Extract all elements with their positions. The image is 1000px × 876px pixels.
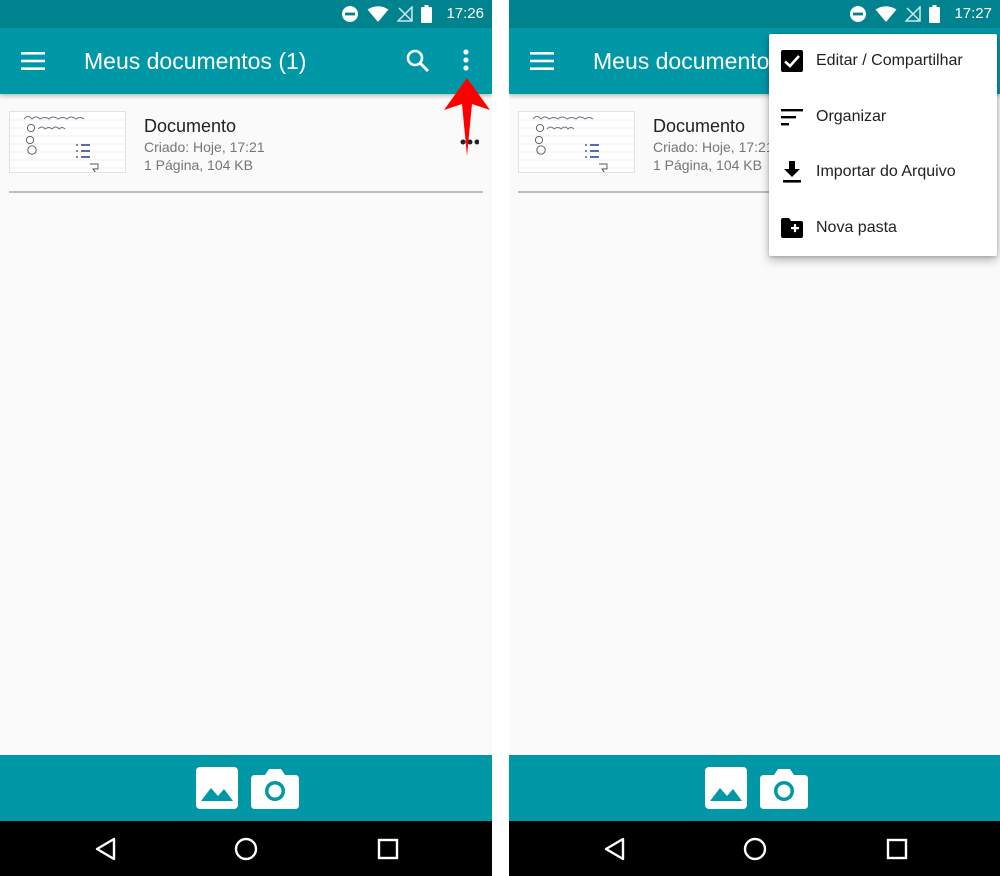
menu-item-import-file[interactable]: Importar do Arquivo: [769, 145, 997, 200]
camera-icon[interactable]: [760, 767, 808, 809]
battery-icon: [929, 5, 940, 23]
handwritten-page-icon: [519, 116, 634, 172]
no-signal-icon: [397, 6, 413, 22]
back-icon[interactable]: [601, 835, 629, 863]
status-icons: [849, 5, 940, 23]
document-info: 1 Página, 104 KB: [653, 157, 762, 173]
status-bar: 17:26: [0, 0, 492, 28]
home-icon[interactable]: [741, 835, 769, 863]
document-thumbnail: [9, 111, 126, 173]
menu-item-label: Nova pasta: [816, 219, 897, 236]
document-created: Criado: Hoje, 17:21: [653, 139, 774, 155]
menu-item-edit-share[interactable]: Editar / Compartilhar: [769, 34, 997, 89]
document-thumbnail: [518, 111, 635, 173]
menu-item-new-folder[interactable]: Nova pasta: [769, 201, 997, 256]
status-time: 17:26: [446, 5, 484, 22]
image-gallery-icon[interactable]: [705, 767, 747, 809]
back-icon[interactable]: [92, 835, 120, 863]
camera-icon[interactable]: [251, 767, 299, 809]
download-icon: [783, 161, 801, 183]
recents-icon[interactable]: [883, 835, 911, 863]
document-created: Criado: Hoje, 17:21: [144, 139, 265, 155]
checkbox-checked-icon: [781, 50, 803, 72]
do-not-disturb-icon: [850, 6, 866, 22]
do-not-disturb-icon: [342, 6, 358, 22]
status-bar: 17:27: [509, 0, 1000, 28]
search-icon[interactable]: [404, 47, 432, 75]
bottom-bar: [509, 755, 1000, 821]
handwritten-page-icon: [10, 116, 125, 172]
battery-icon: [421, 5, 432, 23]
document-list-item[interactable]: Documento Criado: Hoje, 17:21 1 Página, …: [9, 111, 483, 193]
screen-left: 17:26 Meus documentos (1) Documento Cria…: [0, 0, 492, 876]
overflow-menu-icon[interactable]: [456, 47, 476, 75]
menu-item-label: Editar / Compartilhar: [816, 52, 963, 69]
wifi-icon: [367, 5, 389, 22]
home-icon[interactable]: [232, 835, 260, 863]
hamburger-menu-icon[interactable]: [530, 51, 554, 71]
image-gallery-icon[interactable]: [196, 767, 238, 809]
menu-item-label: Organizar: [816, 108, 887, 125]
menu-item-organize[interactable]: Organizar: [769, 90, 997, 145]
no-signal-icon: [905, 6, 921, 22]
recents-icon[interactable]: [374, 835, 402, 863]
wifi-icon: [875, 5, 897, 22]
navigation-bar: [0, 821, 492, 876]
new-folder-icon: [781, 218, 803, 238]
status-icons: [341, 5, 432, 23]
page-title: Meus documentos (1): [84, 48, 307, 74]
bottom-bar: [0, 755, 492, 821]
document-info: 1 Página, 104 KB: [144, 157, 253, 173]
document-name: Documento: [653, 116, 746, 136]
navigation-bar: [509, 821, 1000, 876]
document-name: Documento: [144, 116, 237, 136]
red-arrow-annotation: [444, 78, 490, 156]
overflow-menu: Editar / Compartilhar Organizar Importar…: [769, 34, 997, 256]
status-time: 17:27: [954, 5, 992, 22]
menu-item-label: Importar do Arquivo: [816, 163, 956, 180]
divider: [9, 191, 483, 193]
app-bar: Meus documentos (1): [0, 28, 492, 94]
hamburger-menu-icon[interactable]: [21, 51, 45, 71]
sort-icon: [781, 109, 803, 126]
